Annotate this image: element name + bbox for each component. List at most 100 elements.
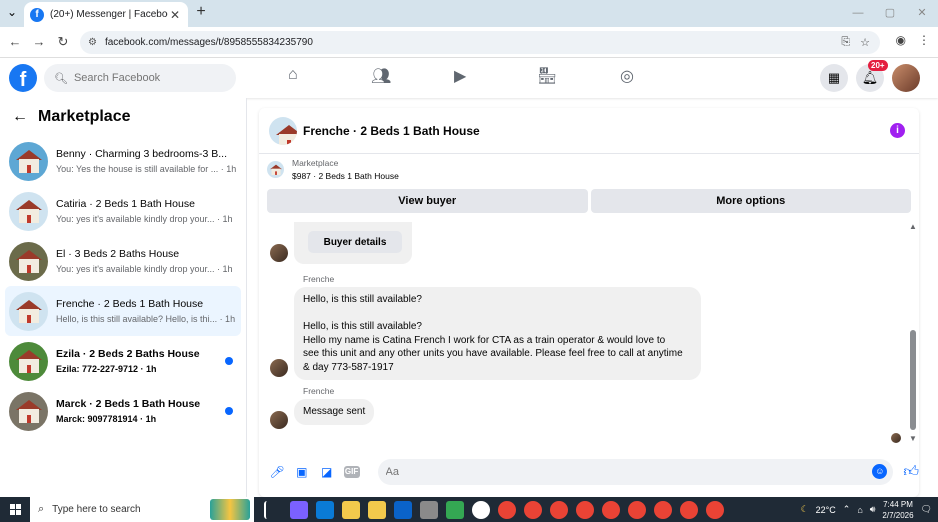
photo-icon[interactable]: ▣ <box>294 464 310 480</box>
browser-tab-strip: ⌄ f (20+) Messenger | Facebook ✕ + — ▢ ✕ <box>0 0 938 27</box>
taskbar-app-icon[interactable] <box>368 500 386 519</box>
minimize-icon[interactable]: — <box>842 0 874 27</box>
conversation-preview: You: yes it's available kindly drop your… <box>56 214 233 224</box>
temperature[interactable]: 22°C <box>816 505 836 515</box>
facebook-logo-icon[interactable]: f <box>9 64 37 92</box>
chat-title[interactable]: Frenche · 2 Beds 1 Bath House <box>303 124 480 138</box>
account-avatar[interactable] <box>892 64 920 92</box>
tab-search-chevron-icon[interactable]: ⌄ <box>4 4 20 20</box>
unread-dot <box>225 357 233 365</box>
message-input[interactable] <box>385 466 846 478</box>
taskbar-app-icon[interactable] <box>576 500 594 519</box>
bookmark-star-icon[interactable]: ☆ <box>860 36 870 49</box>
listing-summary[interactable]: Marketplace $987 · 2 Beds 1 Bath House <box>267 158 399 181</box>
close-tab-icon[interactable]: ✕ <box>168 8 182 22</box>
listing-avatar[interactable] <box>269 116 297 145</box>
conversation-name: Catiria · 2 Beds 1 Bath House <box>56 198 195 210</box>
facebook-search-input[interactable] <box>73 72 224 84</box>
clock-date: 2/7/2026 <box>882 510 914 520</box>
gif-icon[interactable]: GIF <box>343 466 360 478</box>
listing-thumbnail <box>9 191 48 231</box>
marketplace-icon[interactable]: 🏪︎ <box>532 66 615 86</box>
taskbar-app-icon[interactable] <box>264 500 282 519</box>
taskbar-app-icon[interactable] <box>706 500 724 519</box>
conversation-item[interactable]: El · 3 Beds 2 Baths House You: yes it's a… <box>5 236 241 286</box>
taskbar-app-icon[interactable] <box>472 500 490 519</box>
facebook-search[interactable]: 🔍︎ <box>44 64 236 92</box>
taskbar-app-icon[interactable] <box>420 500 438 519</box>
emoji-icon[interactable]: ☺ <box>872 464 888 479</box>
reload-icon[interactable]: ↻ <box>54 33 72 51</box>
home-icon[interactable]: ⌂ <box>283 66 366 86</box>
conversation-preview: Ezila: 772-227-9712 · 1h <box>56 364 157 374</box>
browser-tab[interactable]: f (20+) Messenger | Facebook ✕ <box>24 2 188 27</box>
notifications-bell-icon[interactable]: 🔔︎ 20+ <box>856 60 888 92</box>
conversation-info-icon[interactable]: i <box>890 123 905 138</box>
taskbar-clock[interactable]: 7:44 PM 2/7/2026 <box>882 499 913 521</box>
thread-scrollbar[interactable]: ▲ ▼ <box>907 222 919 443</box>
listing-label: Marketplace <box>292 158 339 168</box>
forward-icon[interactable]: → <box>30 33 48 51</box>
like-thumb-icon[interactable]: 👍︎ <box>903 463 919 481</box>
taskbar-app-icon[interactable] <box>446 500 464 519</box>
conversation-item[interactable]: Frenche · 2 Beds 1 Bath House Hello, is t… <box>5 286 241 336</box>
conversation-item[interactable]: Ezila · 2 Beds 2 Baths House Ezila: 772-2… <box>5 336 241 386</box>
taskbar-app-icon[interactable] <box>680 500 698 519</box>
install-app-icon[interactable]: ⎘ <box>841 36 850 49</box>
scroll-up-icon[interactable]: ▲ <box>909 222 917 231</box>
video-icon[interactable]: ▶ <box>449 66 532 86</box>
unread-dot <box>225 407 233 415</box>
taskbar-app-icon[interactable] <box>394 500 412 519</box>
windows-start-icon[interactable] <box>0 497 30 522</box>
groups-icon[interactable]: ◎ <box>615 66 698 86</box>
taskbar-app-icon[interactable] <box>628 500 646 519</box>
more-options-button[interactable]: More options <box>590 189 911 213</box>
sender-avatar[interactable] <box>270 244 288 262</box>
taskbar-search[interactable]: ⌕ Type here to search <box>30 497 254 522</box>
back-icon[interactable]: ← <box>6 33 24 51</box>
conversation-preview: You: Yes the house is still available fo… <box>56 164 237 174</box>
taskbar-app-icon[interactable] <box>602 500 620 519</box>
network-icon[interactable]: ⌂ <box>857 505 862 515</box>
volume-icon[interactable]: 🔊︎ <box>870 504 876 515</box>
clock-time: 7:44 PM <box>883 499 913 509</box>
taskbar-app-icon[interactable] <box>342 500 360 519</box>
taskbar-app-icon[interactable] <box>524 500 542 519</box>
restore-icon[interactable]: ▢ <box>874 0 906 27</box>
conversation-item[interactable]: Benny · Charming 3 bedrooms-3 B... You: Y… <box>5 136 241 186</box>
microphone-icon[interactable]: 🎤︎ <box>269 464 285 480</box>
notifications-center-icon[interactable]: 🗨︎ <box>921 504 932 515</box>
view-buyer-button[interactable]: View buyer <box>267 189 588 213</box>
taskbar-app-icon[interactable] <box>316 500 334 519</box>
close-window-icon[interactable]: ✕ <box>906 0 938 27</box>
conversation-preview: Marck: 9097781914 · 1h <box>56 414 157 424</box>
profile-icon[interactable]: ◉ <box>896 33 906 47</box>
conversation-list: Benny · Charming 3 bedrooms-3 B... You: Y… <box>0 136 246 436</box>
notification-badge: 20+ <box>868 60 888 71</box>
search-highlight-image <box>210 499 250 520</box>
browser-menu-icon[interactable]: ⋮ <box>918 33 930 47</box>
site-info-icon[interactable]: ⚙ <box>88 37 97 48</box>
url-field[interactable]: ⚙ facebook.com/messages/t/89585558342357… <box>80 31 880 54</box>
taskbar-app-icon[interactable] <box>290 500 308 519</box>
listing-price: $987 · 2 Beds 1 Bath House <box>292 171 399 181</box>
taskbar-app-icon[interactable] <box>550 500 568 519</box>
scroll-down-icon[interactable]: ▼ <box>909 434 917 443</box>
weather-moon-icon[interactable]: ☾ <box>801 504 809 515</box>
tab-title: (20+) Messenger | Facebook <box>50 9 168 20</box>
new-tab-button[interactable]: + <box>192 3 210 21</box>
scroll-thumb[interactable] <box>910 330 916 430</box>
sender-avatar[interactable] <box>270 411 288 429</box>
sender-avatar[interactable] <box>270 359 288 377</box>
taskbar-app-icon[interactable] <box>498 500 516 519</box>
buyer-details-button[interactable]: Buyer details <box>308 231 402 253</box>
sticker-icon[interactable]: ◪ <box>319 464 335 480</box>
back-arrow-icon[interactable]: ← <box>12 108 28 126</box>
system-tray-chevron-icon[interactable]: ⌃ <box>843 504 851 515</box>
conversation-item[interactable]: Marck · 2 Beds 1 Bath House Marck: 909778… <box>5 386 241 436</box>
search-icon: ⌕ <box>38 503 45 515</box>
friends-icon[interactable]: 👥︎ <box>366 66 449 86</box>
conversation-item[interactable]: Catiria · 2 Beds 1 Bath House You: yes it… <box>5 186 241 236</box>
taskbar-app-icon[interactable] <box>654 500 672 519</box>
menu-grid-icon[interactable]: ▦ <box>820 64 848 92</box>
